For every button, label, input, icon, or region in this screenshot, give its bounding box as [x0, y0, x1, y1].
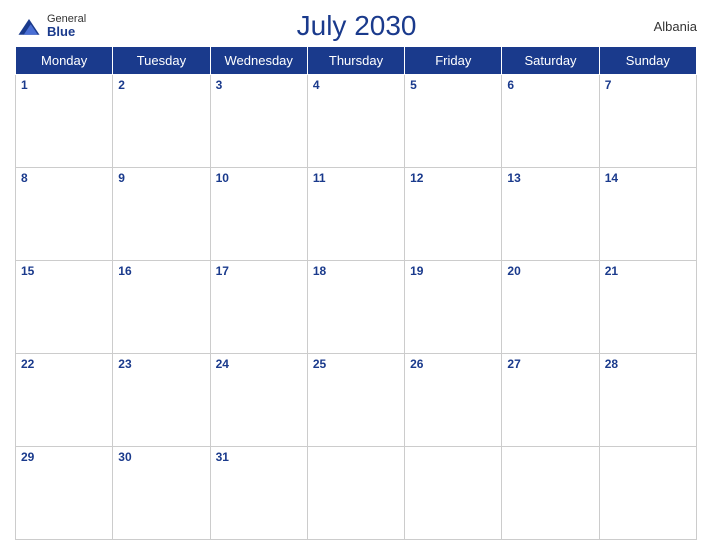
- weekday-tuesday: Tuesday: [113, 47, 210, 75]
- top-bar: General Blue July 2030 Albania: [15, 10, 697, 42]
- calendar-cell: [502, 447, 599, 540]
- day-number: 31: [216, 450, 229, 464]
- calendar-cell: 13: [502, 168, 599, 261]
- day-number: 13: [507, 171, 520, 185]
- logo-text: General Blue: [47, 14, 86, 38]
- calendar-cell: 15: [16, 261, 113, 354]
- calendar-cell: 5: [405, 75, 502, 168]
- day-number: 14: [605, 171, 618, 185]
- day-number: 15: [21, 264, 34, 278]
- day-number: 11: [313, 171, 326, 185]
- calendar-cell: 21: [599, 261, 696, 354]
- calendar-cell: 29: [16, 447, 113, 540]
- day-number: 12: [410, 171, 423, 185]
- weekday-sunday: Sunday: [599, 47, 696, 75]
- calendar-week-row: 1 2 3 4 5 6 7: [16, 75, 697, 168]
- calendar-cell: [307, 447, 404, 540]
- weekday-wednesday: Wednesday: [210, 47, 307, 75]
- day-number: 2: [118, 78, 125, 92]
- calendar-week-row: 22 23 24 25 26 27 28: [16, 354, 697, 447]
- calendar-cell: 28: [599, 354, 696, 447]
- calendar-cell: 9: [113, 168, 210, 261]
- day-number: 29: [21, 450, 34, 464]
- calendar-cell: 10: [210, 168, 307, 261]
- weekday-header-row: Monday Tuesday Wednesday Thursday Friday…: [16, 47, 697, 75]
- day-number: 30: [118, 450, 131, 464]
- calendar-cell: 27: [502, 354, 599, 447]
- day-number: 18: [313, 264, 326, 278]
- calendar-cell: 3: [210, 75, 307, 168]
- calendar-cell: 17: [210, 261, 307, 354]
- calendar-cell: 2: [113, 75, 210, 168]
- weekday-monday: Monday: [16, 47, 113, 75]
- calendar-cell: 26: [405, 354, 502, 447]
- calendar-cell: 31: [210, 447, 307, 540]
- day-number: 25: [313, 357, 326, 371]
- calendar-cell: 23: [113, 354, 210, 447]
- logo-icon: [15, 12, 43, 40]
- day-number: 16: [118, 264, 131, 278]
- day-number: 23: [118, 357, 131, 371]
- calendar-week-row: 15 16 17 18 19 20 21: [16, 261, 697, 354]
- day-number: 5: [410, 78, 417, 92]
- weekday-friday: Friday: [405, 47, 502, 75]
- day-number: 7: [605, 78, 612, 92]
- day-number: 10: [216, 171, 229, 185]
- day-number: 17: [216, 264, 229, 278]
- calendar-cell: 1: [16, 75, 113, 168]
- day-number: 1: [21, 78, 28, 92]
- day-number: 22: [21, 357, 34, 371]
- day-number: 4: [313, 78, 320, 92]
- calendar-cell: 4: [307, 75, 404, 168]
- day-number: 9: [118, 171, 125, 185]
- day-number: 8: [21, 171, 28, 185]
- calendar-cell: 19: [405, 261, 502, 354]
- weekday-thursday: Thursday: [307, 47, 404, 75]
- logo-blue-text: Blue: [47, 25, 86, 38]
- day-number: 3: [216, 78, 223, 92]
- calendar-cell: 18: [307, 261, 404, 354]
- weekday-saturday: Saturday: [502, 47, 599, 75]
- calendar-cell: 6: [502, 75, 599, 168]
- day-number: 28: [605, 357, 618, 371]
- day-number: 21: [605, 264, 618, 278]
- calendar-cell: [599, 447, 696, 540]
- calendar-week-row: 8 9 10 11 12 13 14: [16, 168, 697, 261]
- logo: General Blue: [15, 12, 86, 40]
- calendar-cell: 25: [307, 354, 404, 447]
- calendar-cell: 7: [599, 75, 696, 168]
- calendar-week-row: 29 30 31: [16, 447, 697, 540]
- day-number: 6: [507, 78, 514, 92]
- calendar-title: July 2030: [86, 10, 627, 42]
- day-number: 26: [410, 357, 423, 371]
- calendar-table: Monday Tuesday Wednesday Thursday Friday…: [15, 46, 697, 540]
- calendar-cell: 14: [599, 168, 696, 261]
- day-number: 27: [507, 357, 520, 371]
- calendar-cell: 24: [210, 354, 307, 447]
- calendar-cell: 20: [502, 261, 599, 354]
- calendar-cell: [405, 447, 502, 540]
- calendar-cell: 16: [113, 261, 210, 354]
- day-number: 19: [410, 264, 423, 278]
- calendar-cell: 22: [16, 354, 113, 447]
- calendar-cell: 11: [307, 168, 404, 261]
- day-number: 20: [507, 264, 520, 278]
- calendar-cell: 12: [405, 168, 502, 261]
- calendar-cell: 8: [16, 168, 113, 261]
- country-label: Albania: [627, 19, 697, 34]
- day-number: 24: [216, 357, 229, 371]
- calendar-cell: 30: [113, 447, 210, 540]
